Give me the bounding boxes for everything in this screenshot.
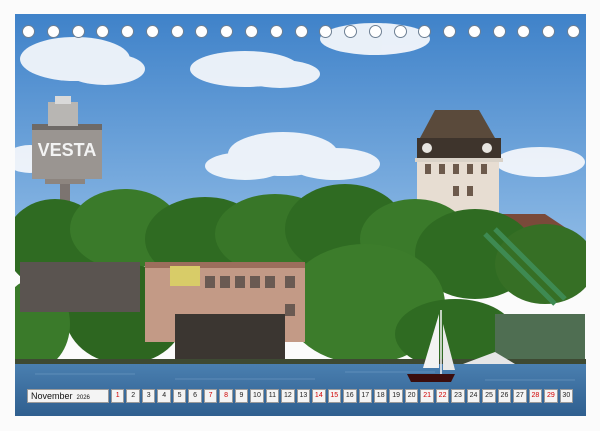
- binding-hole: [145, 25, 159, 38]
- day-cell: 25: [482, 389, 496, 403]
- binding-hole: [170, 25, 184, 38]
- binding-hole: [46, 25, 60, 38]
- binding-hole: [443, 25, 457, 38]
- binding-hole: [467, 25, 481, 38]
- day-cell: 23: [451, 389, 465, 403]
- day-cell: 10: [250, 389, 264, 403]
- day-cell: 29: [544, 389, 558, 403]
- binding-hole: [418, 25, 432, 38]
- binding-hole: [492, 25, 506, 38]
- day-cell: 20: [404, 389, 419, 403]
- photo-illustration: VESTA: [15, 14, 586, 416]
- binding-hole: [195, 25, 209, 38]
- tower-sign: VESTA: [38, 140, 97, 160]
- binding-hole: [542, 25, 556, 38]
- day-cell: 1: [111, 389, 125, 403]
- binding-holes: [22, 25, 580, 39]
- day-cell: 19: [389, 389, 403, 403]
- day-cell: 14: [312, 389, 326, 403]
- binding-hole: [319, 25, 333, 38]
- binding-hole: [269, 25, 283, 38]
- day-cell: 9: [234, 389, 249, 403]
- day-cell: 17: [358, 389, 372, 403]
- day-cell: 27: [513, 389, 527, 403]
- binding-hole: [517, 25, 531, 38]
- binding-hole: [96, 25, 110, 38]
- day-cell: 6: [188, 389, 202, 403]
- day-cell: 28: [528, 389, 543, 403]
- binding-hole: [244, 25, 258, 38]
- day-cell: 4: [157, 389, 171, 403]
- day-cell: 8: [219, 389, 233, 403]
- date-strip: November 2026 1 2 3 4 5 6 7 8 9 10 11 12 13 14 15 16 17 18…: [27, 389, 574, 403]
- binding-hole: [368, 25, 382, 38]
- binding-hole: [344, 25, 358, 38]
- binding-hole: [567, 25, 580, 38]
- day-cell: 18: [373, 389, 388, 403]
- year-label: 2026: [76, 395, 90, 401]
- day-cell: 16: [343, 389, 357, 403]
- day-cell: 7: [203, 389, 218, 403]
- day-cell: 21: [420, 389, 434, 403]
- binding-hole: [393, 25, 407, 38]
- day-cell: 30: [559, 389, 574, 403]
- binding-hole: [121, 25, 135, 38]
- day-cell: 24: [466, 389, 481, 403]
- day-cell: 22: [435, 389, 450, 403]
- binding-hole: [71, 25, 85, 38]
- day-cell: 12: [281, 389, 295, 403]
- binding-hole: [294, 25, 308, 38]
- binding-hole: [220, 25, 234, 38]
- day-cell: 13: [296, 389, 311, 403]
- day-cell: 2: [126, 389, 140, 403]
- day-cell: 15: [327, 389, 342, 403]
- binding-hole: [22, 25, 35, 38]
- day-cell: 11: [265, 389, 280, 403]
- month-name: November: [31, 391, 73, 401]
- calendar-page: VESTA November 2026 1 2 3 4 5 6 7 8 9 10…: [0, 0, 600, 431]
- day-cell: 5: [172, 389, 187, 403]
- landscape-photo: VESTA: [15, 14, 586, 416]
- day-cell: 3: [141, 389, 156, 403]
- month-label: November 2026: [27, 389, 109, 403]
- day-cell: 26: [497, 389, 512, 403]
